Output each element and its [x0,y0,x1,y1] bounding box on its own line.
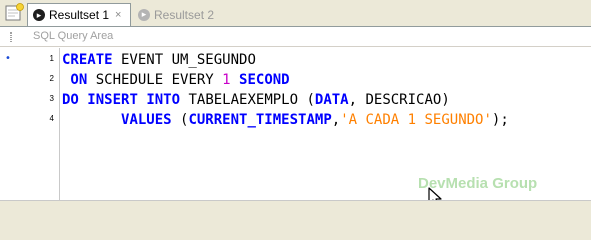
line-number-gutter: • 1 2 3 4 [0,48,60,201]
tab-label: Resultset 2 [154,7,215,22]
sql-number: 1 [222,72,231,88]
sql-query-area-header: SQL Query Area [0,27,591,47]
tab-label: Resultset 1 [49,8,110,22]
tab-resultset-2[interactable]: ▸ Resultset 2 [133,3,223,26]
sql-text: EVENT UM_SEGUNDO [112,52,256,68]
sql-keyword: INTO [146,92,181,108]
sql-keyword: VALUES [121,112,172,128]
sql-text: SCHEDULE EVERY [87,72,223,88]
new-tab-icon[interactable] [3,3,25,23]
sql-keyword: CURRENT_TIMESTAMP [188,112,332,128]
sql-text: ); [491,112,509,128]
sql-query-area-label: SQL Query Area [33,30,114,42]
sql-text: ( [171,112,189,128]
code-line: ON SCHEDULE EVERY 1 SECOND [62,70,290,90]
code-line: VALUES (CURRENT_TIMESTAMP,'A CADA 1 SEGU… [62,110,509,130]
resultset-icon: ▸ [138,8,150,21]
sql-keyword: DO [62,92,79,108]
sql-keyword: DATA [314,92,349,108]
sql-query-panel: SQL Query Area • 1 2 3 4 CREATE EVENT UM… [0,26,591,208]
sql-text: , [331,112,341,128]
tab-resultset-1[interactable]: ▸ Resultset 1 × [27,3,131,26]
resultset-icon: ▸ [33,9,45,21]
grip-handle-icon[interactable] [10,32,12,42]
line-number: 3 [49,94,54,103]
sql-text: , DESCRICAO) [348,92,450,108]
code-line: CREATE EVENT UM_SEGUNDO [62,50,256,70]
sql-string: 'A CADA 1 SEGUNDO' [340,112,492,128]
close-icon[interactable]: × [115,9,121,21]
sql-keyword: SECOND [239,72,290,88]
sql-keyword: CREATE [62,52,113,68]
sql-text: TABELAEXEMPLO ( [180,92,315,108]
code-line: DO INSERT INTO TABELAEXEMPLO (DATA, DESC… [62,90,450,110]
bookmark-dot-icon: • [5,53,11,64]
sql-keyword: INSERT [87,92,138,108]
line-number: 4 [49,114,54,123]
status-bar [0,200,591,215]
sql-keyword: ON [62,72,88,88]
line-number: 1 [49,54,54,63]
tab-bar: ▸ Resultset 1 × ▸ Resultset 2 [0,0,591,27]
line-number: 2 [49,74,54,83]
